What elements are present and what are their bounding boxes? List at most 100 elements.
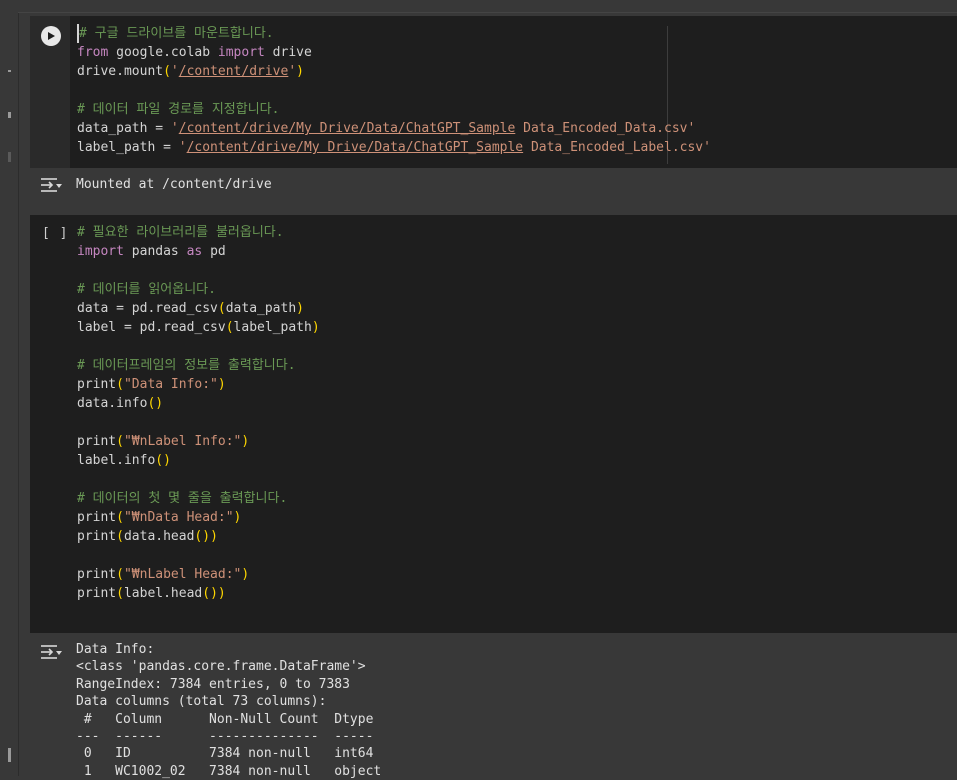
output-line: 0 ID 7384 non-null int64 [76, 746, 382, 762]
code-token: ) [311, 320, 320, 335]
code-token: label_path = [77, 140, 179, 155]
code-line: label = pd.read_csv(label_path) [77, 318, 320, 337]
code-token: # 데이터의 첫 몇 줄을 출력합니다. [77, 491, 288, 506]
code-token: ) [241, 567, 250, 582]
code-token: print [77, 586, 117, 601]
output-line: Data Info: [76, 642, 155, 657]
code-editor[interactable]: # 구글 드라이브를 마운트합니다. from google.colab impo… [77, 24, 711, 157]
code-cell-1[interactable]: # 구글 드라이브를 마운트합니다. from google.colab impo… [30, 16, 957, 168]
output-toggle-icon[interactable] [40, 643, 62, 661]
code-token: # 구글 드라이브를 마운트합니다. [79, 26, 274, 41]
code-token: () [147, 396, 164, 411]
code-line: # 구글 드라이브를 마운트합니다. [77, 24, 711, 43]
code-token: label.head [123, 586, 203, 601]
code-token: ( [116, 510, 124, 525]
code-token: Data_Encoded_Label.csv' [523, 140, 711, 155]
code-token: data_path = [77, 121, 171, 136]
code-token: from [77, 45, 109, 60]
code-token: ) [241, 434, 250, 449]
code-token: print [77, 434, 117, 449]
code-line: print("Data Info:") [77, 375, 320, 394]
output-line: RangeIndex: 7384 entries, 0 to 7383 [76, 676, 350, 692]
code-token: ' [288, 64, 297, 79]
code-token: /content/drive/My Drive/Data/ChatGPT_Sam… [186, 140, 524, 155]
code-token: import [217, 45, 265, 60]
code-cell-2[interactable]: # 필요한 라이브러리를 불러옵니다. import pandas as pd # … [30, 215, 957, 633]
code-line: data = pd.read_csv(data_path) [77, 299, 320, 318]
rail-marker [8, 152, 11, 162]
code-token: ( [116, 586, 124, 601]
code-token: ( [225, 320, 234, 335]
code-token: "₩nLabel Head:" [123, 567, 242, 582]
code-token: ) [217, 377, 226, 392]
code-token: as [186, 244, 203, 259]
code-token: drive.mount [77, 64, 164, 79]
cell-output-1: Mounted at /content/drive [30, 170, 957, 200]
code-line: print("₩nLabel Head:") [77, 565, 320, 584]
code-token: ( [163, 64, 171, 79]
code-line: label.info() [77, 451, 320, 470]
code-token: ( [116, 377, 124, 392]
code-token: print [77, 510, 117, 525]
output-text: Data Info: <class 'pandas.core.frame.Data… [76, 641, 381, 780]
code-token: () [194, 529, 211, 544]
code-line: drive.mount('/content/drive') [77, 62, 711, 81]
code-token: data.info [77, 396, 148, 411]
code-token: ' [178, 140, 187, 155]
output-toggle-icon[interactable] [40, 176, 62, 194]
cell-output-2: Data Info: <class 'pandas.core.frame.Data… [30, 635, 957, 779]
code-line: from google.colab import drive [77, 43, 711, 62]
code-line: label_path = '/content/drive/My Drive/Da… [77, 138, 711, 157]
code-token: () [155, 453, 171, 468]
code-token: label = pd.read_csv [77, 320, 226, 335]
code-token: # 데이터 파일 경로를 지정합니다. [77, 102, 280, 117]
execution-count-bracket[interactable]: [ ] [42, 226, 68, 241]
code-token: ) [296, 64, 304, 79]
code-token: ( [116, 567, 124, 582]
code-token: ) [296, 301, 304, 316]
code-line: # 데이터 파일 경로를 지정합니다. [77, 100, 711, 119]
code-token: pd [202, 244, 226, 259]
left-rail [0, 0, 19, 776]
code-token: /content/drive [178, 64, 289, 79]
code-line: print("₩nData Head:") [77, 508, 320, 527]
code-token: ' [170, 64, 179, 79]
code-line: # 데이터를 읽어옵니다. [77, 280, 320, 299]
rail-marker [8, 70, 11, 72]
code-token: () [202, 586, 218, 601]
code-token: # 데이터프레임의 정보를 출력합니다. [77, 358, 296, 373]
code-token: ( [116, 529, 124, 544]
code-token: Data_Encoded_Data.csv' [515, 121, 696, 136]
top-strip [18, 0, 957, 13]
code-token: import [77, 244, 124, 259]
code-token: # 데이터를 읽어옵니다. [77, 282, 216, 297]
cell-gutter [30, 16, 70, 168]
code-token: "₩nData Head:" [123, 510, 234, 525]
code-token: ) [217, 586, 226, 601]
play-circle-icon[interactable] [41, 26, 61, 46]
code-token: data_path [225, 301, 297, 316]
code-token: # 필요한 라이브러리를 불러옵니다. [77, 225, 284, 240]
code-token: print [77, 529, 117, 544]
code-token: /content/drive/My Drive/Data/ChatGPT_Sam… [178, 121, 516, 136]
code-line: print(label.head()) [77, 584, 320, 603]
rail-marker [8, 748, 11, 762]
code-token: data.head [123, 529, 195, 544]
code-token: drive [264, 45, 312, 60]
code-token: google.colab [108, 45, 218, 60]
code-token: print [77, 567, 117, 582]
cell-gutter [30, 215, 70, 633]
code-line: data.info() [77, 394, 320, 413]
code-line: import pandas as pd [77, 242, 320, 261]
output-line: <class 'pandas.core.frame.DataFrame'> [76, 659, 366, 675]
code-token: ( [116, 434, 124, 449]
code-editor[interactable]: # 필요한 라이브러리를 불러옵니다. import pandas as pd # … [77, 223, 320, 603]
code-line: # 데이터의 첫 몇 줄을 출력합니다. [77, 489, 320, 508]
output-text: Mounted at /content/drive [76, 177, 272, 192]
code-line: print(data.head()) [77, 527, 320, 546]
